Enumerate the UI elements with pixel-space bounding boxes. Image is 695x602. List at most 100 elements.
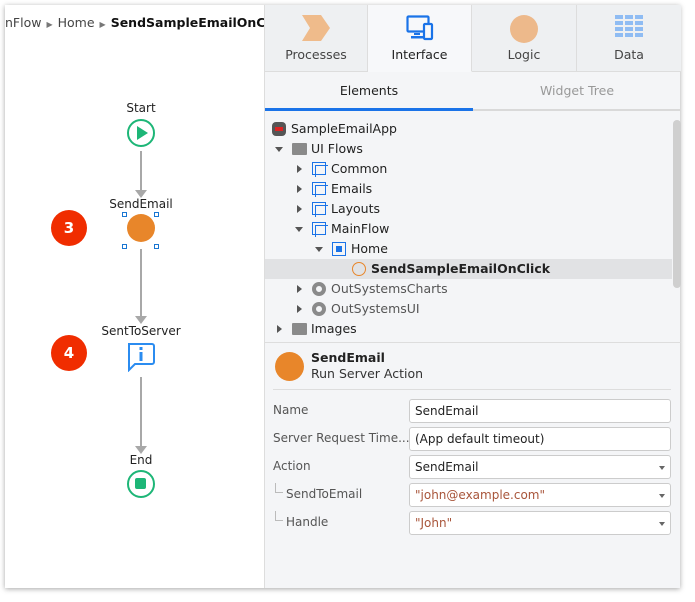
- ui-flow-icon: [312, 222, 328, 237]
- chevron-down-icon: [659, 522, 665, 526]
- chevron-right-icon: ▶: [46, 20, 53, 29]
- chevron-right-icon[interactable]: [297, 185, 302, 193]
- tree-item-sendsampleemailonclick[interactable]: SendSampleEmailOnClick: [265, 259, 672, 279]
- chevron-right-icon: ▶: [99, 20, 106, 29]
- tab-data[interactable]: Data: [577, 5, 681, 72]
- tree-item-layouts[interactable]: Layouts: [265, 199, 672, 219]
- tree-item-home[interactable]: Home: [265, 239, 672, 259]
- breadcrumb-current: SendSampleEmailOnClick: [110, 15, 290, 30]
- tab-interface[interactable]: Interface: [368, 5, 472, 72]
- tree-label: Common: [331, 161, 388, 176]
- chevron-right-icon[interactable]: [297, 205, 302, 213]
- breadcrumb-item[interactable]: nFlow: [5, 15, 41, 30]
- tree-scrollbar[interactable]: [673, 120, 681, 288]
- tree-connector: [275, 483, 283, 493]
- tab-label: Processes: [285, 47, 347, 62]
- ui-flow-icon: [312, 182, 328, 197]
- chevron-right-icon[interactable]: [277, 325, 282, 333]
- breadcrumb: nFlow ▶ Home ▶ SendSampleEmailOnClick: [5, 15, 290, 30]
- chevron-down-icon[interactable]: [275, 147, 283, 152]
- tree-connector: [275, 511, 283, 521]
- folder-open-icon: [292, 143, 307, 155]
- tree-label: OutSystemsCharts: [331, 281, 448, 296]
- select-value: "john@example.com": [415, 488, 546, 502]
- tree-item-emails[interactable]: Emails: [265, 179, 672, 199]
- field-label-sendtoemail: SendToEmail: [286, 487, 363, 501]
- module-icon: [312, 282, 326, 296]
- message-icon[interactable]: [126, 342, 155, 373]
- app-icon: [272, 122, 286, 136]
- tree-label: SendSampleEmailOnClick: [371, 261, 551, 276]
- processes-icon: [302, 15, 330, 44]
- tree-label: UI Flows: [311, 141, 363, 156]
- ui-flow-icon: [312, 202, 328, 217]
- selection-handle[interactable]: [154, 244, 159, 249]
- selection-handle[interactable]: [122, 244, 127, 249]
- field-label-handle: Handle: [286, 515, 329, 529]
- subtab-widget-tree[interactable]: Widget Tree: [473, 72, 681, 111]
- properties-subtitle: Run Server Action: [311, 366, 424, 381]
- server-action-icon: [275, 352, 304, 381]
- connector-line: [140, 377, 142, 446]
- client-action-icon: [352, 262, 366, 276]
- divider: [265, 342, 681, 343]
- name-input[interactable]: SendEmail: [409, 399, 671, 423]
- node-label-end: End: [129, 453, 153, 467]
- selection-handle[interactable]: [122, 212, 127, 217]
- interface-icon: [405, 15, 434, 44]
- node-label-start: Start: [126, 101, 156, 115]
- chevron-right-icon[interactable]: [297, 165, 302, 173]
- start-icon[interactable]: [127, 119, 155, 147]
- right-panel: Processes Interface Logic Data Elements …: [264, 5, 681, 588]
- tree-label: MainFlow: [331, 221, 390, 236]
- chevron-down-icon[interactable]: [295, 227, 303, 232]
- step-badge: 3: [51, 210, 87, 246]
- select-value: "John": [415, 516, 453, 530]
- end-icon[interactable]: [127, 470, 155, 498]
- tree-label: OutSystemsUI: [331, 301, 420, 316]
- tab-label: Data: [614, 47, 644, 62]
- tree-item-sampleemailapp[interactable]: SampleEmailApp: [265, 119, 672, 139]
- ui-flow-icon: [312, 162, 328, 177]
- subtab-elements[interactable]: Elements: [265, 72, 473, 111]
- tree-label: Home: [351, 241, 388, 256]
- chevron-down-icon[interactable]: [315, 247, 323, 252]
- breadcrumb-item[interactable]: Home: [58, 15, 95, 30]
- tree-item-common[interactable]: Common: [265, 159, 672, 179]
- screen-home-icon: [332, 242, 346, 256]
- connector-line: [140, 249, 142, 316]
- connector-line: [140, 151, 142, 190]
- tree-item-outsystemscharts[interactable]: OutSystemsCharts: [265, 279, 672, 299]
- tab-processes[interactable]: Processes: [265, 5, 368, 72]
- chevron-right-icon[interactable]: [297, 285, 302, 293]
- tree-item-outsystemsui[interactable]: OutSystemsUI: [265, 299, 672, 319]
- arrow-icon: [135, 316, 147, 324]
- data-icon: [615, 15, 643, 40]
- tree-item-ui-flows[interactable]: UI Flows: [265, 139, 672, 159]
- step-badge: 4: [51, 335, 87, 371]
- timeout-input[interactable]: (App default timeout): [409, 427, 671, 451]
- properties-title: SendEmail: [311, 350, 385, 365]
- folder-icon: [292, 323, 307, 335]
- node-label-sendemail: SendEmail: [109, 197, 173, 211]
- tree-item-images[interactable]: Images: [265, 319, 672, 339]
- chevron-down-icon: [659, 494, 665, 498]
- module-icon: [312, 302, 326, 316]
- handle-select[interactable]: "John": [409, 511, 671, 535]
- chevron-down-icon: [659, 466, 665, 470]
- tab-label: Interface: [391, 47, 448, 62]
- tree-label: Images: [311, 321, 357, 336]
- tree-label: SampleEmailApp: [291, 121, 397, 136]
- selection-handle[interactable]: [154, 212, 159, 217]
- sendtoemail-select[interactable]: "john@example.com": [409, 483, 671, 507]
- action-select[interactable]: SendEmail: [409, 455, 671, 479]
- field-label-timeout: Server Request Time...: [273, 431, 410, 445]
- tree-label: Emails: [331, 181, 373, 196]
- field-label-name: Name: [273, 403, 309, 417]
- tree-item-mainflow[interactable]: MainFlow: [265, 219, 672, 239]
- chevron-right-icon[interactable]: [297, 305, 302, 313]
- field-label-action: Action: [273, 459, 311, 473]
- app-window: nFlow ▶ Home ▶ SendSampleEmailOnClick Start …: [5, 5, 681, 588]
- server-action-icon[interactable]: [127, 214, 155, 242]
- tab-logic[interactable]: Logic: [472, 5, 577, 72]
